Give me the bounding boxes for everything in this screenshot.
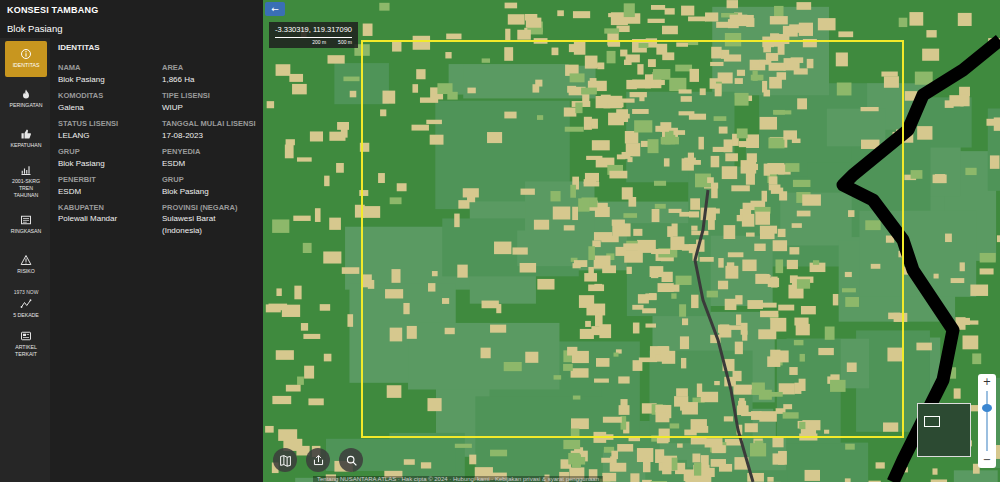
panel-subtitle: Blok Pasiang xyxy=(7,23,256,34)
thumb-icon xyxy=(20,128,32,140)
field-label: AREA xyxy=(162,63,257,73)
nav-label: IDENTITAS xyxy=(13,62,40,69)
article-icon xyxy=(20,330,32,342)
zoom-in-button[interactable]: + xyxy=(983,376,991,388)
nav-item[interactable]: 1973 NOW 5 DEKADE xyxy=(5,286,47,322)
minimap[interactable] xyxy=(917,403,971,457)
side-panel: KONSESI TAMBANG Blok Pasiang IDENTITAS PERI… xyxy=(0,0,263,482)
field-value: Blok Pasiang xyxy=(58,74,162,85)
field: GRUPBlok Pasiang xyxy=(58,147,162,169)
nav-item[interactable]: 2001-SKRG TREN TAHUNAN xyxy=(5,161,47,202)
section-title: IDENTITAS xyxy=(58,43,257,52)
field-row: NAMABlok PasiangAREA1,866 Ha xyxy=(58,63,257,85)
nav-label: PERINGATAN xyxy=(10,102,43,109)
field-value: 1,866 Ha xyxy=(162,74,257,85)
search-icon xyxy=(345,454,358,467)
coordinates-text: -3.330319, 119.317090 xyxy=(275,25,352,34)
map[interactable]: ←-3.330319, 119.317090200 m500 m+−Tentan… xyxy=(263,0,1000,482)
nav-label: ARTIKEL TERKAIT xyxy=(6,344,46,358)
field-row: GRUPBlok PasiangPENYEDIAESDM xyxy=(58,147,257,169)
share-icon xyxy=(312,454,325,467)
field: PENYEDIAESDM xyxy=(162,147,257,169)
map-tools xyxy=(273,448,363,472)
search-button[interactable] xyxy=(339,448,363,472)
field-value: 17-08-2023 xyxy=(162,130,257,141)
panel-title: KONSESI TAMBANG xyxy=(7,5,256,15)
identity-section: IDENTITASNAMABlok PasiangAREA1,866 HaKOM… xyxy=(50,38,263,482)
field: TANGGAL MULAI LISENSI17-08-2023 xyxy=(162,119,257,141)
field: TIPE LISENSIWIUP xyxy=(162,91,257,113)
field-label: PROVINSI (NEGARA) xyxy=(162,203,257,213)
zoom-knob[interactable] xyxy=(982,404,992,412)
minimap-viewport xyxy=(924,416,940,427)
nav-label: RINGKASAN xyxy=(11,228,42,235)
field-label: TIPE LISENSI xyxy=(162,91,257,101)
field-value: LELANG xyxy=(58,130,162,141)
field-value: Blok Pasiang xyxy=(162,186,257,197)
timeline-icon xyxy=(20,298,32,310)
field-label: TANGGAL MULAI LISENSI xyxy=(162,119,257,129)
field-label: PENYEDIA xyxy=(162,147,257,157)
map-footer: Tentang NUSANTARA ATLAS · Hak cipta © 20… xyxy=(313,476,603,482)
nav-label: RISIKO xyxy=(17,268,35,275)
field: PROVINSI (NEGARA)Sulawesi Barat (Indones… xyxy=(162,203,257,236)
field-label: KABUPATEN xyxy=(58,203,162,213)
field-label: GRUP xyxy=(162,175,257,185)
share-button[interactable] xyxy=(306,448,330,472)
field-label: NAMA xyxy=(58,63,162,73)
coordinates: -3.330319, 119.317090 200 m 500 m xyxy=(269,22,358,48)
panel-header: KONSESI TAMBANG Blok Pasiang xyxy=(0,0,263,38)
zoom-slider[interactable] xyxy=(986,391,988,451)
scale-label: 200 m xyxy=(312,39,326,45)
app: KONSESI TAMBANG Blok Pasiang IDENTITAS PERI… xyxy=(0,0,1000,482)
zoom-out-button[interactable]: − xyxy=(983,454,991,466)
field-value: Galena xyxy=(58,102,162,113)
field: KOMODITASGalena xyxy=(58,91,162,113)
field-row: PENERBITESDMGRUPBlok Pasiang xyxy=(58,175,257,197)
layers-button[interactable] xyxy=(273,448,297,472)
nav-label: 5 DEKADE xyxy=(13,312,39,319)
nav-caption: 1973 NOW xyxy=(14,289,39,295)
zoom-control: +− xyxy=(978,374,996,468)
nav-item[interactable]: ARTIKEL TERKAIT xyxy=(5,326,47,362)
field-value: Polewali Mandar xyxy=(58,213,162,224)
field-label: PENERBIT xyxy=(58,175,162,185)
nav-item[interactable]: RISIKO xyxy=(5,246,47,282)
field: PENERBITESDM xyxy=(58,175,162,197)
field-row: KABUPATENPolewali MandarPROVINSI (NEGARA… xyxy=(58,203,257,236)
nav-item[interactable]: KEPATUHAN xyxy=(5,121,47,157)
field-label: STATUS LISENSI xyxy=(58,119,162,129)
field-row: STATUS LISENSILELANGTANGGAL MULAI LISENS… xyxy=(58,119,257,141)
field: KABUPATENPolewali Mandar xyxy=(58,203,162,236)
field: AREA1,866 Ha xyxy=(162,63,257,85)
field: STATUS LISENSILELANG xyxy=(58,119,162,141)
scale-bar: 200 m 500 m xyxy=(275,37,352,45)
doc-icon xyxy=(20,214,32,226)
field-row: KOMODITASGalenaTIPE LISENSIWIUP xyxy=(58,91,257,113)
nav-item[interactable]: RINGKASAN xyxy=(5,206,47,242)
field-label: GRUP xyxy=(58,147,162,157)
field-value: Sulawesi Barat (Indonesia) xyxy=(162,213,257,235)
map-canvas[interactable] xyxy=(263,0,1000,482)
field-value: WIUP xyxy=(162,102,257,113)
field: NAMABlok Pasiang xyxy=(58,63,162,85)
field-value: Blok Pasiang xyxy=(58,158,162,169)
nav: IDENTITAS PERINGATAN KEPATUHAN 2001-SKRG TR… xyxy=(0,38,50,482)
nav-label: 2001-SKRG TREN TAHUNAN xyxy=(6,178,46,199)
back-button[interactable]: ← xyxy=(265,2,285,16)
info-icon xyxy=(20,48,32,60)
field: GRUPBlok Pasiang xyxy=(162,175,257,197)
scale-label: 500 m xyxy=(338,39,352,45)
field-value: ESDM xyxy=(162,158,257,169)
panel-body: IDENTITAS PERINGATAN KEPATUHAN 2001-SKRG TR… xyxy=(0,38,263,482)
nav-item[interactable]: PERINGATAN xyxy=(5,81,47,117)
field-label: KOMODITAS xyxy=(58,91,162,101)
nav-item[interactable]: IDENTITAS xyxy=(5,41,47,77)
chart-icon xyxy=(20,164,32,176)
nav-label: KEPATUHAN xyxy=(11,142,42,149)
warning-icon xyxy=(20,254,32,266)
field-value: ESDM xyxy=(58,186,162,197)
map-icon xyxy=(279,454,292,467)
fire-icon xyxy=(20,88,32,100)
